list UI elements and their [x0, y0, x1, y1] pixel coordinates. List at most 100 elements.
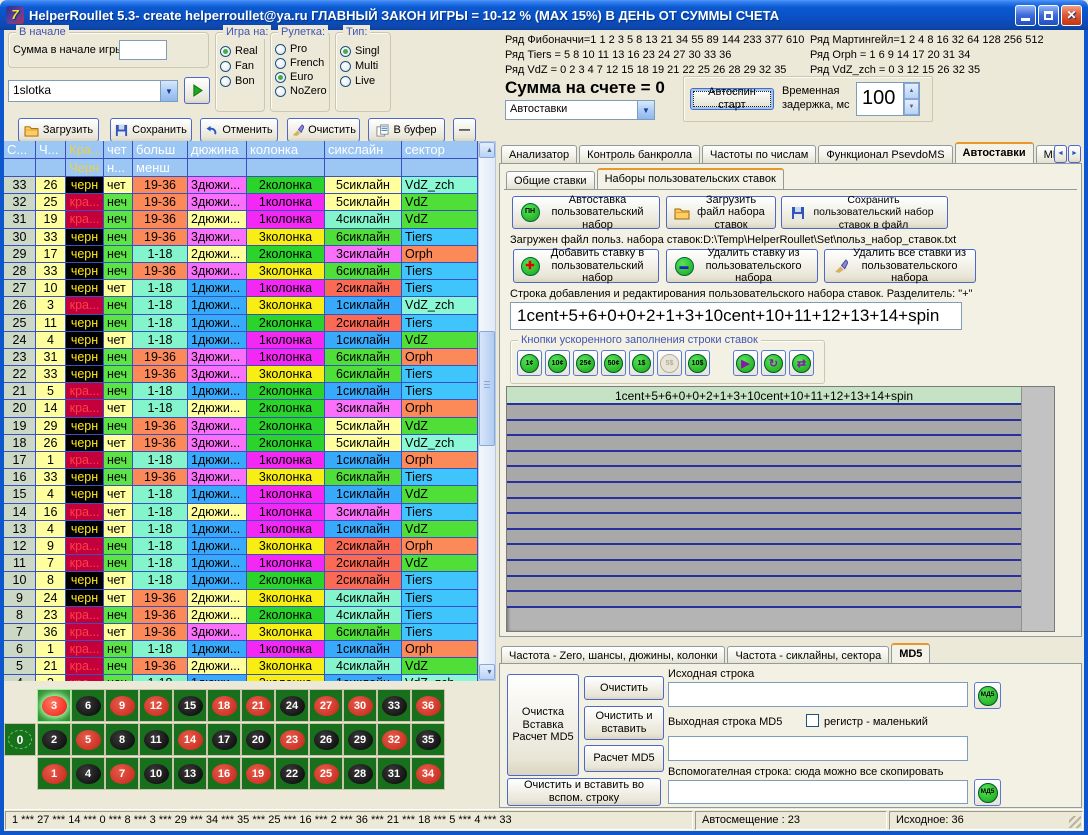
chip-button-10d[interactable]: 10$: [685, 350, 710, 376]
board-cell-20[interactable]: 20: [241, 723, 275, 756]
radio-fan[interactable]: Fan: [220, 60, 258, 72]
spinner-down-icon[interactable]: ▼: [904, 99, 919, 115]
tab-bankroll[interactable]: Контроль банкролла: [579, 145, 700, 164]
board-cell-23[interactable]: 23: [275, 723, 309, 756]
table-row[interactable]: 1633черннеч19-363дюжи...3колонка6сиклайн…: [4, 469, 478, 486]
board-cell-4[interactable]: 4: [71, 757, 105, 790]
undo-button[interactable]: Отменить: [200, 118, 278, 142]
tab-analyzer[interactable]: Анализатор: [501, 145, 577, 164]
table-row[interactable]: 134чернчет1-181дюжи...1колонка1сиклайнVd…: [4, 521, 478, 538]
table-row[interactable]: 244чернчет1-181дюжи...1колонка1сиклайнVd…: [4, 332, 478, 349]
table-row[interactable]: 924чернчет19-362дюжи...3колонка4сиклайнT…: [4, 590, 478, 607]
spin-button[interactable]: ▶: [733, 350, 758, 376]
board-cell-14[interactable]: 14: [173, 723, 207, 756]
delete-bet-button[interactable]: ▬ Удалить ставку из пользовательского на…: [666, 249, 818, 283]
list-item[interactable]: [507, 452, 1021, 468]
board-cell-27[interactable]: 27: [309, 689, 343, 722]
table-row[interactable]: 1416кра...чет1-182дюжи...1колонка3сиклай…: [4, 504, 478, 521]
chip-button-1d[interactable]: 1$: [629, 350, 654, 376]
chevron-down-icon[interactable]: ▼: [160, 81, 177, 101]
autospin-start-button[interactable]: Автоспин старт: [690, 88, 774, 110]
board-cell-18[interactable]: 18: [207, 689, 241, 722]
preset-combo[interactable]: 1slotka ▼: [8, 80, 178, 102]
collapse-button[interactable]: —: [453, 118, 476, 142]
tab-scroll-right-icon[interactable]: ►: [1068, 145, 1081, 163]
repeat-button[interactable]: ↻: [761, 350, 786, 376]
md5-run-button-2[interactable]: МД5: [974, 779, 1001, 806]
autobet-user-set-button[interactable]: ПН Автоставка пользовательский набор: [512, 196, 660, 229]
table-row[interactable]: 3326чернчет19-363дюжи...2колонка5сиклайн…: [4, 177, 478, 194]
board-cell-3[interactable]: 3: [37, 689, 71, 722]
radio-euro[interactable]: Euro: [275, 71, 327, 83]
board-cell-35[interactable]: 35: [411, 723, 445, 756]
board-cell-15[interactable]: 15: [173, 689, 207, 722]
radio-live[interactable]: Live: [340, 75, 379, 87]
board-cell-31[interactable]: 31: [377, 757, 411, 790]
board-cell-36[interactable]: 36: [411, 689, 445, 722]
md5-calc-button[interactable]: Расчет MD5: [584, 745, 664, 772]
start-run-button[interactable]: [184, 77, 210, 104]
board-cell-12[interactable]: 12: [139, 689, 173, 722]
table-row[interactable]: 117кра...неч1-181дюжи...1колонка2сиклайн…: [4, 555, 478, 572]
table-row[interactable]: 215кра...неч1-181дюжи...2колонка1сиклайн…: [4, 383, 478, 400]
list-item[interactable]: [507, 577, 1021, 593]
board-cell-8[interactable]: 8: [105, 723, 139, 756]
list-item[interactable]: [507, 514, 1021, 530]
chip-button-25c[interactable]: 25¢: [573, 350, 598, 376]
close-button[interactable]: ✕: [1061, 5, 1082, 26]
board-cell-5[interactable]: 5: [71, 723, 105, 756]
board-cell-24[interactable]: 24: [275, 689, 309, 722]
scroll-up-icon[interactable]: ▲: [479, 142, 495, 158]
table-row[interactable]: 129кра...неч1-181дюжи...3колонка2сиклайн…: [4, 538, 478, 555]
md5-clear-paste-calc-button[interactable]: Очистка Вставка Расчет MD5: [507, 674, 579, 776]
board-cell-29[interactable]: 29: [343, 723, 377, 756]
table-row[interactable]: 2511черннеч1-181дюжи...2колонка2сиклайнT…: [4, 315, 478, 332]
md5-source-input[interactable]: [668, 682, 968, 707]
clear-button[interactable]: Очистить: [287, 118, 360, 142]
chip-button-5d[interactable]: 5$: [657, 350, 682, 376]
table-row[interactable]: 3119кра...неч19-362дюжи...1колонка4сикла…: [4, 211, 478, 228]
list-item[interactable]: [507, 545, 1021, 561]
chip-button-50c[interactable]: 50¢: [601, 350, 626, 376]
board-cell-25[interactable]: 25: [309, 757, 343, 790]
board-cell-11[interactable]: 11: [139, 723, 173, 756]
board-cell-19[interactable]: 19: [241, 757, 275, 790]
chip-button-1c[interactable]: 1¢: [517, 350, 542, 376]
board-cell-33[interactable]: 33: [377, 689, 411, 722]
radio-singl[interactable]: Singl: [340, 45, 379, 57]
radio-real[interactable]: Real: [220, 45, 258, 57]
list-item[interactable]: [507, 592, 1021, 608]
buffer-button[interactable]: В буфер: [368, 118, 445, 142]
delete-all-bets-button[interactable]: Удалить все ставки из пользовательского …: [824, 249, 976, 283]
mix-button[interactable]: ⇄: [789, 350, 814, 376]
table-row[interactable]: 263кра...неч1-181дюжи...3колонка1сиклайн…: [4, 297, 478, 314]
start-sum-input[interactable]: [119, 40, 167, 60]
radio-french[interactable]: French: [275, 57, 327, 69]
radio-multi[interactable]: Multi: [340, 60, 379, 72]
table-row[interactable]: 2917черннеч1-182дюжи...2колонка3сиклайнO…: [4, 246, 478, 263]
table-row[interactable]: 2233черннеч19-363дюжи...3колонка6сиклайн…: [4, 366, 478, 383]
chevron-down-icon[interactable]: ▼: [637, 101, 654, 119]
md5-output-input[interactable]: [668, 736, 968, 761]
list-item[interactable]: [507, 436, 1021, 452]
board-cell-zero[interactable]: 0: [4, 723, 36, 756]
radio-nozero[interactable]: NoZero: [275, 85, 327, 97]
add-bet-button[interactable]: ✚ Добавить ставку в пользовательский наб…: [513, 249, 659, 283]
list-item[interactable]: [507, 483, 1021, 499]
chip-button-10c[interactable]: 10¢: [545, 350, 570, 376]
register-checkbox[interactable]: [806, 714, 819, 727]
table-row[interactable]: 823кра...неч19-362дюжи...2колонка4сиклай…: [4, 607, 478, 624]
table-row[interactable]: 43кра...неч1-181дюжи...3колонка1сиклайнV…: [4, 675, 478, 681]
table-row[interactable]: 3225кра...неч19-363дюжи...1колонка5сикла…: [4, 194, 478, 211]
table-row[interactable]: 2833черннеч19-363дюжи...3колонка6сиклайн…: [4, 263, 478, 280]
tab-common-bets[interactable]: Общие ставки: [506, 171, 595, 190]
tab-psevdoms[interactable]: Функционал PsevdoMS: [818, 145, 952, 164]
tab-frequencies[interactable]: Частоты по числам: [702, 145, 816, 164]
maximize-button[interactable]: [1038, 5, 1059, 26]
save-button[interactable]: Сохранить: [110, 118, 192, 142]
list-item[interactable]: [507, 561, 1021, 577]
md5-clear-paste-aux-button[interactable]: Очистить и вставить во вспом. строку: [507, 778, 661, 806]
table-row[interactable]: 108чернчет1-181дюжи...2колонка2сиклайнTi…: [4, 572, 478, 589]
board-cell-28[interactable]: 28: [343, 757, 377, 790]
board-cell-2[interactable]: 2: [37, 723, 71, 756]
